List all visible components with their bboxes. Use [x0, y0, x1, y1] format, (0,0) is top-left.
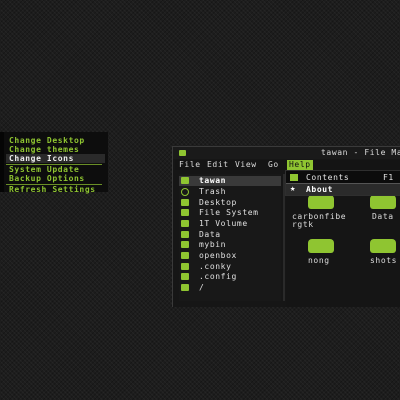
folder-icon [181, 263, 189, 270]
menu-item-contents[interactable]: Contents F1 [286, 172, 400, 183]
trash-icon [181, 188, 189, 196]
window-icon[interactable] [179, 150, 186, 156]
help-menu-dropdown: Contents F1 ★ About [285, 170, 400, 196]
menu-go[interactable]: Go [268, 160, 279, 170]
sidebar-item-desktop[interactable]: Desktop [179, 198, 281, 208]
folder-icon[interactable] [308, 239, 334, 253]
menu-item-refresh-settings[interactable]: Refresh Settings [9, 185, 96, 194]
menu-file[interactable]: File [179, 160, 201, 170]
folder-icon [181, 252, 189, 259]
menu-item-system-update[interactable]: System Update [9, 165, 79, 174]
menu-item-about[interactable]: ★ About [286, 183, 400, 195]
folder-icon [181, 231, 189, 238]
sidebar-item-label: Data [199, 230, 221, 239]
sidebar-item-label: / [199, 283, 205, 292]
sidebar-item-label: Trash [199, 187, 227, 196]
folder-icon [181, 241, 189, 248]
sidebar-item-data[interactable]: Data [179, 230, 281, 240]
folder-icon [181, 284, 189, 291]
sidebar-item-conky[interactable]: .conky [179, 262, 281, 272]
places-sidebar: tawan Trash Desktop File System 1T Volum… [179, 174, 281, 301]
menu-help[interactable]: Help [287, 160, 313, 170]
sidebar-item-label: mybin [199, 240, 227, 249]
shortcut-label: F1 [383, 173, 394, 182]
menu-item-backup-options[interactable]: Backup Options [9, 174, 85, 183]
menu-item-change-themes[interactable]: Change themes [9, 145, 79, 154]
sidebar-item-root[interactable]: / [179, 283, 281, 293]
menu-edge [0, 132, 4, 192]
desktop-folder-icon [181, 199, 189, 206]
file-label-data[interactable]: Data [372, 213, 394, 221]
sidebar-item-config[interactable]: .config [179, 272, 281, 282]
sidebar-item-label: 1T Volume [199, 219, 248, 228]
sidebar-item-mybin[interactable]: mybin [179, 240, 281, 250]
menu-bar: File Edit View Go Help [175, 160, 400, 170]
contents-icon [290, 174, 298, 181]
sidebar-item-trash[interactable]: Trash [179, 187, 281, 197]
sidebar-item-file-system[interactable]: File System [179, 208, 281, 218]
file-label-nong[interactable]: nong [308, 257, 330, 265]
home-icon [181, 177, 189, 184]
file-label-carbonfibe-rgtk[interactable]: carbonfibe rgtk [292, 213, 346, 229]
folder-icon [181, 273, 189, 280]
sidebar-item-label: openbox [199, 251, 237, 260]
sidebar-item-tawan[interactable]: tawan [179, 176, 281, 186]
star-icon: ★ [290, 184, 297, 194]
title-bar[interactable]: tawan - File Ma [173, 147, 400, 159]
menu-edit[interactable]: Edit [207, 160, 229, 170]
menu-item-label: Contents [306, 173, 350, 182]
sidebar-item-label: .conky [199, 262, 232, 271]
window-title: tawan - File Ma [321, 148, 400, 157]
folder-icon[interactable] [370, 195, 396, 209]
sidebar-item-label: Desktop [199, 198, 237, 207]
drive-icon [181, 220, 189, 227]
sidebar-item-label: File System [199, 208, 259, 217]
folder-icon[interactable] [308, 195, 334, 209]
menu-view[interactable]: View [235, 160, 257, 170]
desktop-root-menu: Change Desktop Change themes Change Icon… [0, 132, 108, 194]
file-label-shots[interactable]: shots [370, 257, 397, 265]
menu-item-change-desktop[interactable]: Change Desktop [9, 136, 85, 145]
drive-icon [181, 209, 189, 216]
sidebar-item-label: tawan [199, 176, 227, 185]
menu-item-change-icons[interactable]: Change Icons [6, 154, 105, 163]
folder-icon[interactable] [370, 239, 396, 253]
menu-item-label: About [306, 185, 334, 194]
sidebar-item-label: .config [199, 272, 237, 281]
sidebar-item-openbox[interactable]: openbox [179, 251, 281, 261]
sidebar-item-1t-volume[interactable]: 1T Volume [179, 219, 281, 229]
